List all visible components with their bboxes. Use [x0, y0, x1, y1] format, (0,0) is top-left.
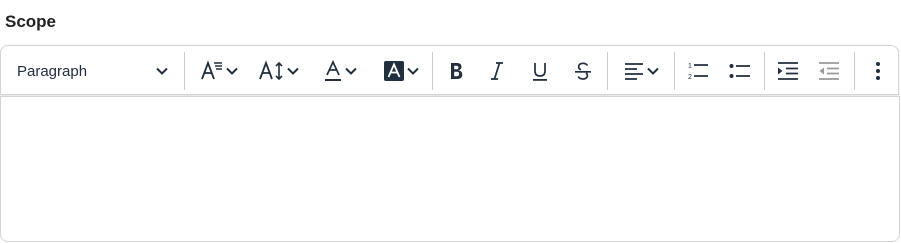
underline-button[interactable] [523, 52, 557, 90]
outdent-button[interactable] [812, 52, 846, 90]
chevron-down-icon [225, 66, 239, 76]
toolbar-separator [607, 52, 608, 90]
chevron-down-icon [286, 66, 300, 76]
svg-text:1: 1 [688, 63, 692, 70]
highlight-icon [382, 59, 406, 83]
chevron-down-icon [155, 66, 169, 76]
chevron-down-icon [406, 66, 420, 76]
numbered-list-icon: 1 2 [685, 59, 711, 83]
indent-button[interactable] [771, 52, 805, 90]
strikethrough-button[interactable] [566, 52, 600, 90]
align-button[interactable] [615, 52, 667, 90]
chevron-down-icon [646, 66, 660, 76]
more-button[interactable] [863, 52, 893, 90]
text-color-button[interactable] [316, 52, 364, 90]
outdent-icon [816, 59, 842, 83]
align-left-icon [622, 60, 646, 82]
indent-icon [775, 59, 801, 83]
bullet-list-icon [727, 59, 753, 83]
font-size-icon [258, 59, 286, 83]
bold-icon [446, 60, 466, 82]
background-color-button[interactable] [375, 52, 427, 90]
more-vertical-icon [873, 59, 883, 83]
bullet-list-button[interactable] [723, 52, 757, 90]
text-color-icon [322, 59, 344, 83]
numbered-list-button[interactable]: 1 2 [681, 52, 715, 90]
bold-button[interactable] [439, 52, 473, 90]
strikethrough-icon [573, 60, 593, 82]
italic-icon [487, 60, 507, 82]
svg-text:2: 2 [688, 74, 692, 81]
italic-button[interactable] [480, 52, 514, 90]
field-label: Scope [5, 12, 57, 31]
font-family-button[interactable] [193, 52, 245, 90]
block-format-select[interactable]: Paragraph [7, 52, 177, 90]
chevron-down-icon [344, 66, 358, 76]
toolbar-separator [674, 52, 675, 90]
block-format-label: Paragraph [17, 62, 88, 80]
toolbar-separator [764, 52, 765, 90]
font-size-button[interactable] [253, 52, 305, 90]
editor-toolbar: Paragraph 1 2 [0, 45, 899, 95]
toolbar-separator [184, 52, 185, 90]
toolbar-separator [854, 52, 855, 90]
toolbar-separator [432, 52, 433, 90]
underline-icon [530, 60, 550, 82]
editor-content-area[interactable] [0, 96, 900, 242]
font-family-icon [199, 59, 225, 83]
